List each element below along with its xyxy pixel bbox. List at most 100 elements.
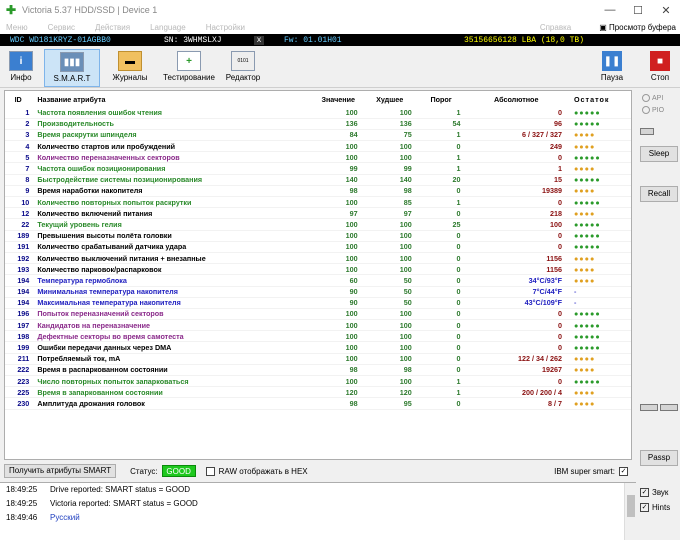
- table-row[interactable]: 196 Попыток переназначений секторов 100 100…: [5, 308, 631, 320]
- smart-tab-label: S.M.A.R.T: [53, 74, 91, 83]
- log-scrollbar-thumb[interactable]: [627, 495, 635, 517]
- attr-raw: 15: [553, 175, 562, 185]
- small-button-right[interactable]: [660, 404, 678, 411]
- table-row[interactable]: 194 Минимальная температура накопителя 90 5…: [5, 286, 631, 298]
- header-name[interactable]: Название атрибута: [35, 91, 317, 107]
- close-button[interactable]: ✕: [652, 4, 680, 17]
- table-row[interactable]: 192 Количество выключений питания + внеза…: [5, 252, 631, 264]
- menu-item-service[interactable]: Сервис: [48, 23, 75, 32]
- editor-tab[interactable]: 0101 Редактор: [222, 49, 264, 87]
- table-row[interactable]: 230 Амплитуда дрожания головок 98 95 0 8 / 7 ●…: [5, 398, 631, 410]
- passp-button[interactable]: Passp: [640, 450, 678, 466]
- table-row[interactable]: 12 Количество включений питания 97 97 0 218 ●●…: [5, 208, 631, 219]
- attr-value: 100: [345, 309, 358, 319]
- attr-status: ●●●●●: [573, 107, 601, 117]
- side-panel: API PIO Sleep Recall Passp: [638, 90, 680, 470]
- get-smart-button[interactable]: Получить атрибуты SMART: [4, 464, 117, 478]
- attr-name: Превышения высоты полёта головки: [37, 231, 172, 241]
- menu-item-help[interactable]: Справка: [540, 23, 571, 32]
- folder-icon: ▬: [118, 51, 142, 71]
- maximize-button[interactable]: ☐: [624, 4, 652, 17]
- log-scrollbar[interactable]: [624, 483, 636, 540]
- hints-checkbox[interactable]: ✓: [640, 503, 649, 512]
- table-row[interactable]: 1 Частота появления ошибок чтения 100 100 1 0…: [5, 107, 631, 119]
- table-row[interactable]: 5 Количество переназначенных секторов 100 1…: [5, 152, 631, 163]
- table-row[interactable]: 4 Количество стартов или пробуждений 100 10…: [5, 141, 631, 152]
- small-button-left[interactable]: [640, 404, 658, 411]
- table-row[interactable]: 198 Дефектные секторы во время самотеста 1…: [5, 331, 631, 342]
- table-row[interactable]: 9 Время наработки накопителя 98 98 0 19389 ●●●…: [5, 185, 631, 197]
- hints-toggle[interactable]: ✓ Hints: [640, 503, 670, 512]
- table-row[interactable]: 197 Кандидатов на переназначение 100 100 0 0 ●…: [5, 320, 631, 331]
- smart-icon: ▮▮▮: [60, 52, 84, 72]
- table-row[interactable]: 222 Время в распаркованном состоянии 98 98 0…: [5, 364, 631, 376]
- attr-threshold: 0: [456, 309, 461, 319]
- info-tab[interactable]: i Инфо: [4, 49, 38, 87]
- drive-info-bar: WDC WD181KRYZ-01AGBB0 SN: 3WHMSLXJ x Fw:…: [0, 34, 680, 46]
- table-row[interactable]: 193 Количество парковок/распарковок 100 100…: [5, 264, 631, 275]
- attr-threshold: 54: [452, 119, 461, 129]
- toolbar: i Инфо ▮▮▮ S.M.A.R.T ▬ Журналы + Тестиро…: [0, 46, 680, 88]
- table-row[interactable]: 211 Потребляемый ток, mA 100 100 0 122 / 34 /…: [5, 353, 631, 365]
- attr-value: 100: [345, 354, 358, 364]
- minimize-button[interactable]: —: [596, 4, 624, 16]
- attr-value: 100: [345, 253, 358, 263]
- menu-item-language[interactable]: Language: [150, 23, 186, 32]
- attr-id: 9: [25, 186, 30, 196]
- attr-status: ●●●●●: [573, 175, 601, 185]
- attr-raw: 0: [557, 343, 562, 353]
- pause-button[interactable]: ❚❚ Пауза: [592, 49, 632, 87]
- table-row[interactable]: 22 Текущий уровень гелия 100 100 25 100 ●●●●●: [5, 219, 631, 231]
- attr-name: Частота появления ошибок чтения: [37, 107, 162, 117]
- header-value[interactable]: Значение: [317, 91, 366, 107]
- table-row[interactable]: 7 Частота ошибок позиционирования 99 99 1 1 ●●…: [5, 163, 631, 175]
- menu-item-actions[interactable]: Действия: [95, 23, 130, 32]
- table-row[interactable]: 191 Количество срабатываний датчика удара…: [5, 241, 631, 253]
- victoria-app-icon: ✚: [6, 3, 17, 17]
- menu-item-settings[interactable]: Настройки: [206, 23, 245, 32]
- sound-checkbox[interactable]: ✓: [640, 488, 649, 497]
- sleep-button[interactable]: Sleep: [640, 146, 678, 162]
- header-status[interactable]: Остаток: [566, 91, 631, 107]
- stop-button[interactable]: ■ Стоп: [640, 49, 680, 87]
- buffer-view-button[interactable]: ▣ Просмотр буфера: [599, 23, 676, 32]
- pio-radio[interactable]: PIO: [642, 106, 680, 114]
- table-row[interactable]: 8 Быстродействие системы позиционирования…: [5, 174, 631, 186]
- status-badge: GOOD: [161, 465, 196, 477]
- attr-id: 2: [25, 119, 30, 129]
- log-time: 18:49:25: [6, 499, 38, 508]
- table-row[interactable]: 194 Температура гермоблока 60 50 0 34°C/93°F ●…: [5, 275, 631, 286]
- raw-hex-checkbox[interactable]: [205, 466, 215, 476]
- drive-model[interactable]: WDC WD181KRYZ-01AGBB0: [10, 36, 160, 45]
- attr-threshold: 1: [456, 387, 461, 397]
- table-row[interactable]: 189 Превышения высоты полёта головки 100 10…: [5, 230, 631, 242]
- attr-threshold: 0: [456, 398, 461, 408]
- smart-tab[interactable]: ▮▮▮ S.M.A.R.T: [44, 49, 100, 87]
- header-raw[interactable]: Абсолютное: [469, 91, 566, 107]
- attr-status: ●●●●●: [573, 219, 601, 229]
- header-threshold[interactable]: Порог: [420, 91, 469, 107]
- table-row[interactable]: 10 Количество повторных попыток раскрутки…: [5, 197, 631, 208]
- api-radio[interactable]: API: [642, 94, 680, 102]
- attr-threshold: 0: [456, 141, 461, 151]
- attr-status: ●●●●: [573, 164, 596, 174]
- menu-item-menu[interactable]: Меню: [6, 23, 28, 32]
- recall-button[interactable]: Recall: [640, 186, 678, 202]
- table-row[interactable]: 199 Ошибки передачи данных через DMA 100 10…: [5, 342, 631, 354]
- table-row[interactable]: 225 Время в запаркованном состоянии 120 120…: [5, 387, 631, 398]
- journals-tab[interactable]: ▬ Журналы: [108, 49, 152, 87]
- attr-id: 198: [17, 331, 30, 341]
- ibm-super-smart-checkbox[interactable]: ✓: [619, 466, 628, 476]
- table-row[interactable]: 3 Время раскрутки шпинделя 84 75 1 6 / 327 / …: [5, 129, 631, 141]
- attr-status: ●●●●●: [573, 343, 601, 353]
- sound-toggle[interactable]: ✓ Звук: [640, 488, 668, 497]
- header-id[interactable]: ID: [5, 91, 35, 107]
- header-worst[interactable]: Худшее: [366, 91, 420, 107]
- close-drive-button[interactable]: x: [254, 35, 264, 45]
- table-row[interactable]: 2 Производительность 136 136 54 96 ●●●●●: [5, 118, 631, 130]
- testing-tab[interactable]: + Тестирование: [158, 49, 220, 87]
- table-row[interactable]: 194 Максимальная температура накопителя 90…: [5, 297, 631, 309]
- table-row[interactable]: 223 Число повторных попыток запарковаться…: [5, 376, 631, 387]
- attr-id: 7: [25, 164, 30, 174]
- drive-firmware: Fw: 01.01H01: [284, 35, 342, 45]
